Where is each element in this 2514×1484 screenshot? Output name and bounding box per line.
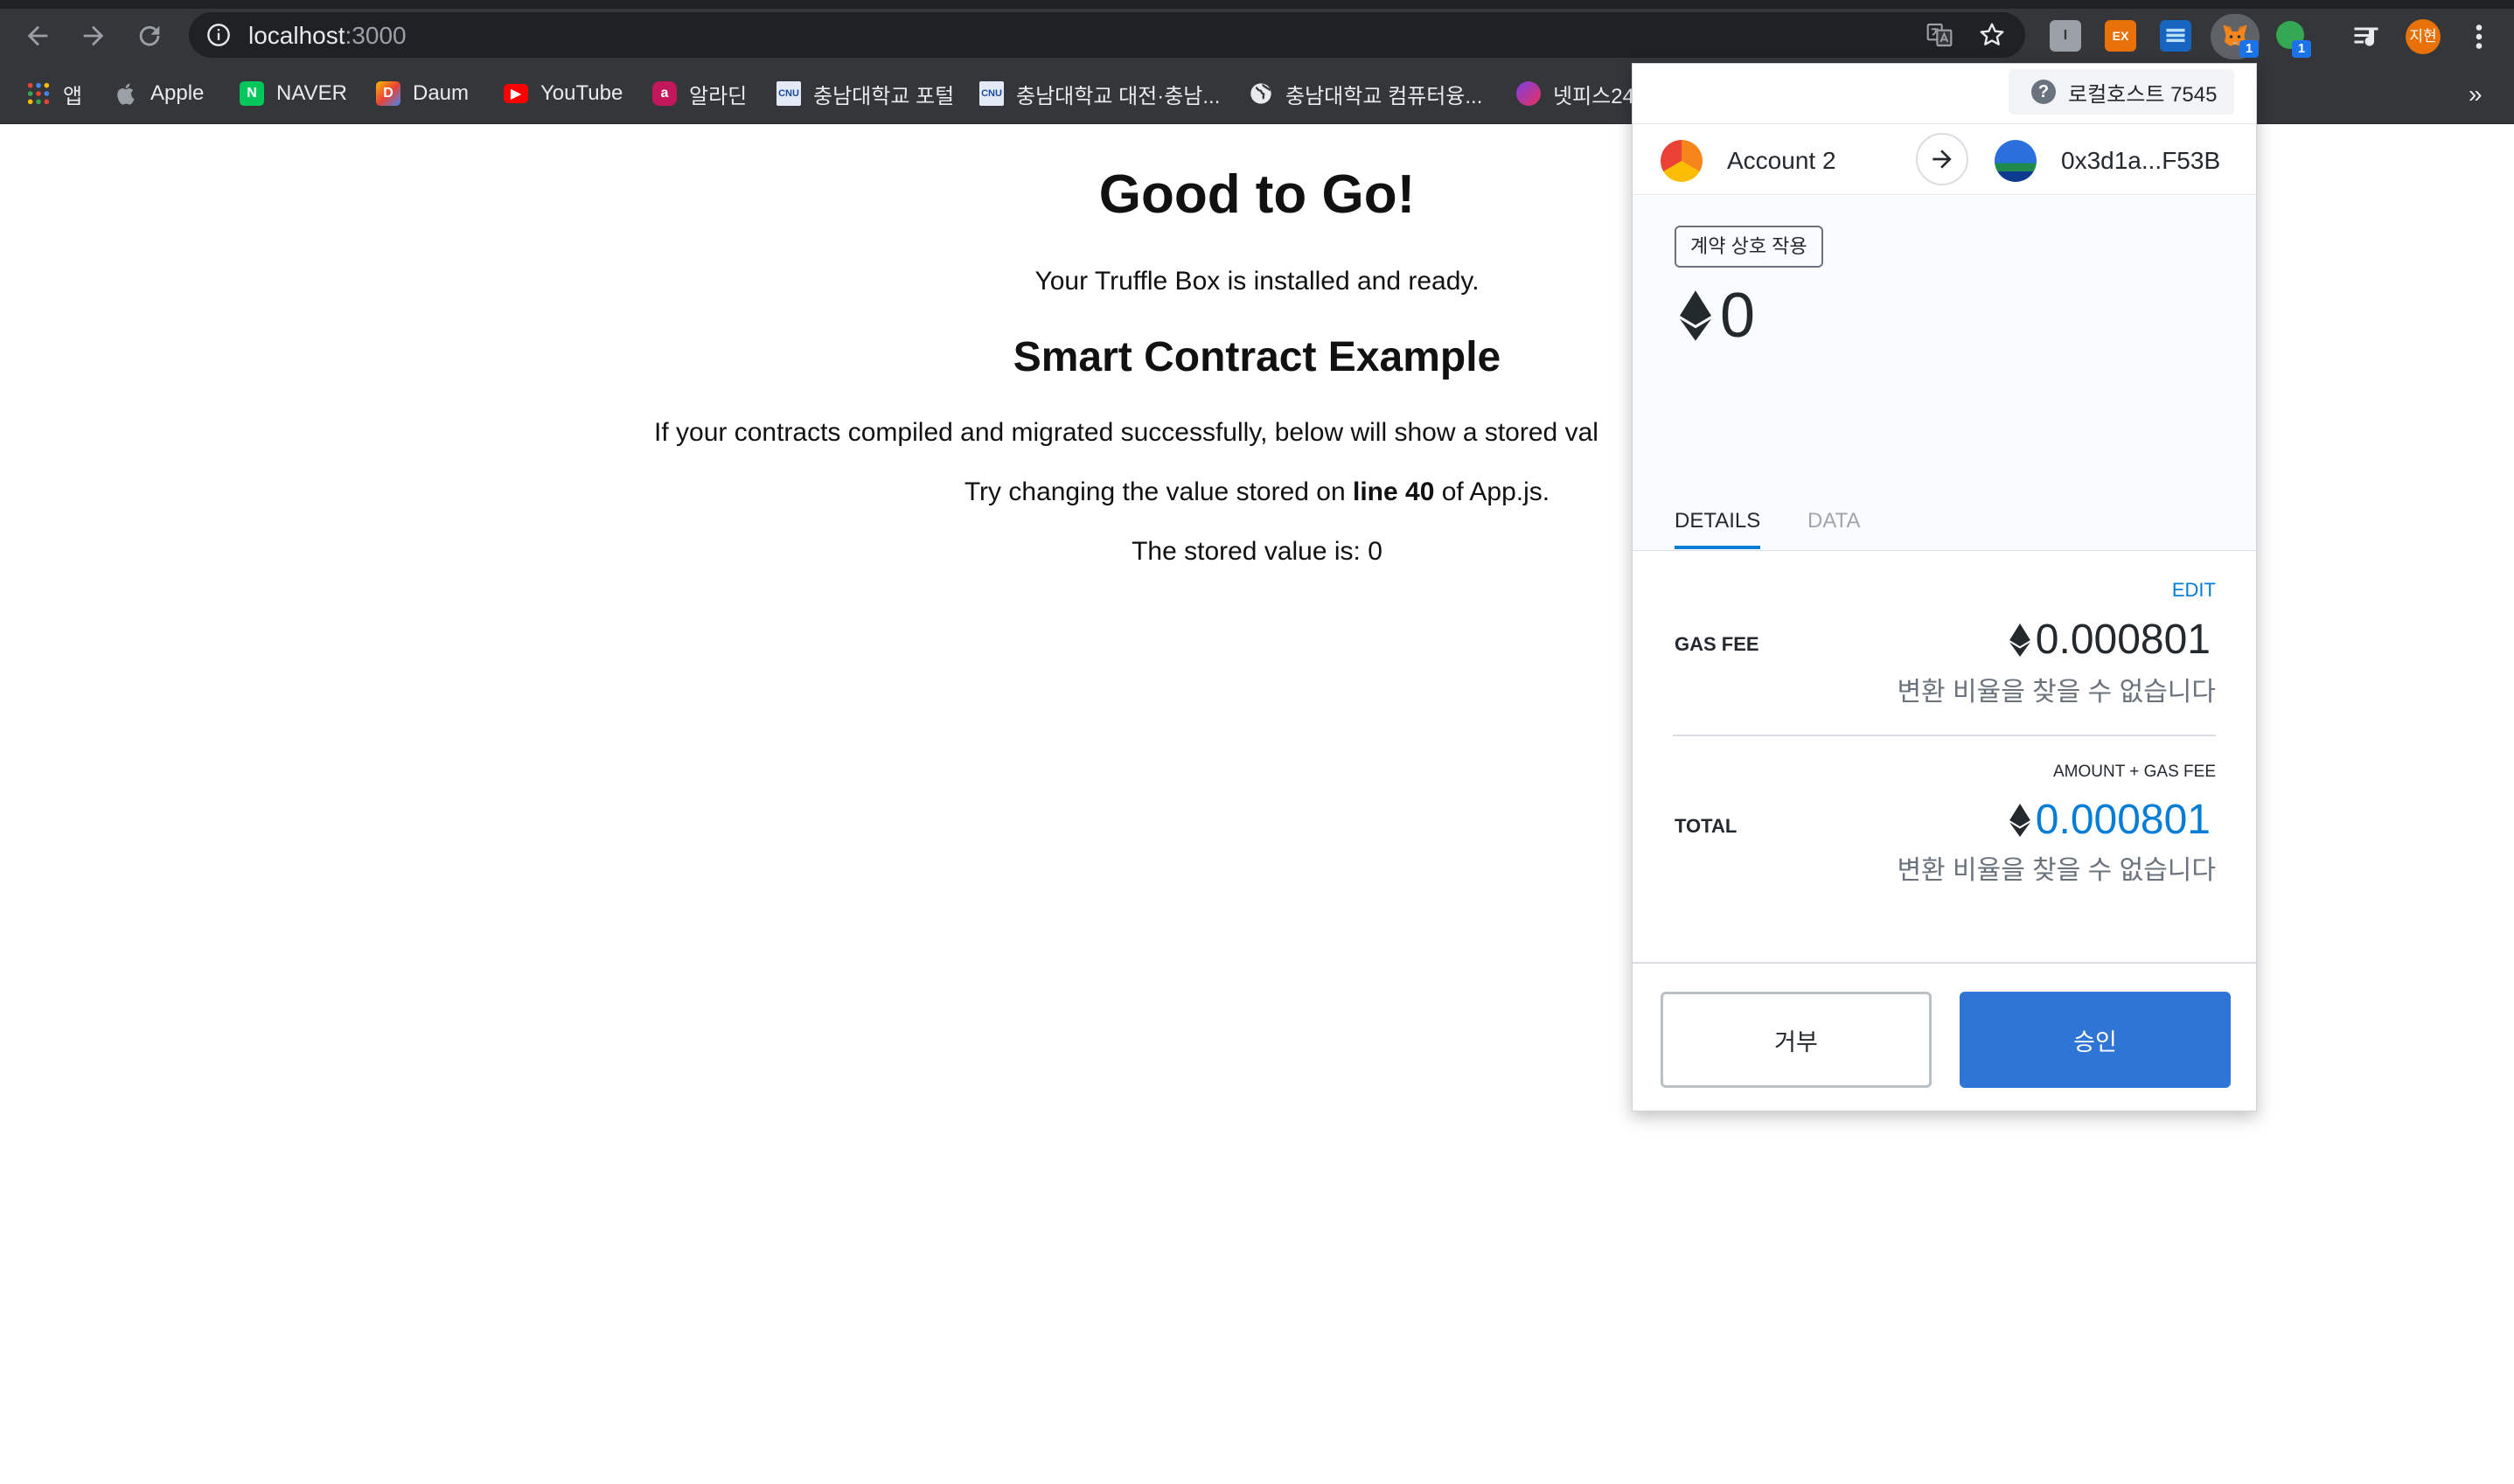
bookmark-cnu-computer[interactable]: 충남대학교 컴퓨터융... [1249,80,1482,108]
tab-bar: DETAILS DATA [1633,497,2256,549]
popup-header: ? 로컬호스트 7545 [1633,64,2256,123]
gas-fee-amount: 0.000801 [2035,617,2211,663]
network-name: 로컬호스트 7545 [2068,82,2218,107]
bookmark-label: Daum [413,81,470,105]
total-value: 0.000801 [2009,796,2211,844]
network-selector[interactable]: ? 로컬호스트 7545 [2009,69,2234,115]
arrow-right-icon [83,25,104,46]
bookmark-youtube[interactable]: ▶ YouTube [504,80,623,108]
media-queue-icon[interactable] [2350,21,2382,52]
method-badge: 계약 상호 작용 [1675,226,1823,268]
hint-line-number: line 40 [1353,477,1435,506]
bookmark-label: 충남대학교 포털 [813,84,955,108]
browser-toolbar: localhost:3000 I EX 1 1 지현 [0,9,2514,63]
to-address: 0x3d1a...F53B [2061,147,2221,174]
from-account-name: Account 2 [1727,147,1836,174]
ex-extension-icon[interactable]: EX [2105,20,2136,52]
forward-button[interactable] [73,16,114,56]
star-icon[interactable] [1978,21,2006,49]
profile-avatar[interactable]: 지현 [2406,19,2441,54]
to-account[interactable]: 0x3d1a...F53B [1995,140,2220,182]
text-extension-icon[interactable]: I [2050,20,2081,52]
translate-icon[interactable] [1926,21,1953,49]
arrow-left-icon [27,25,48,46]
page-description: If your contracts compiled and migrated … [654,418,1598,447]
bookmark-apple[interactable]: Apple [115,80,204,108]
bookmark-label: NAVER [276,81,347,105]
tab-data[interactable]: DATA [1807,497,1860,549]
apple-icon [117,83,135,105]
amount-value: 0 [1720,281,1756,351]
cnu-icon: CNU [979,81,1004,106]
arrow-right-icon [1933,150,1952,169]
bookmark-naver[interactable]: N NAVER [240,80,347,108]
divider [1673,735,2216,736]
edit-gas-link[interactable]: EDIT [2172,579,2216,602]
transaction-summary: 계약 상호 작용 0 DETAILS DATA [1633,196,2256,549]
total-label: TOTAL [1675,815,1738,837]
naver-icon: N [240,81,264,106]
bookmark-label: Apple [150,81,205,105]
globe-icon [1250,83,1271,104]
bookmark-cnu-daejeon[interactable]: CNU 충남대학교 대전·충남... [979,80,1220,108]
bookmark-label: 알라딘 [689,84,748,108]
kebab-menu-icon[interactable] [2466,21,2492,52]
daum-icon: D [376,81,400,106]
bookmarks-overflow-button[interactable]: » [2469,80,2483,108]
bookmark-label: 앱 [63,84,83,108]
gas-fee-conversion: 변환 비율을 찾을 수 없습니다 [1897,678,2216,707]
amount-display: 0 [1680,280,1755,352]
info-icon[interactable] [206,23,231,47]
back-button[interactable] [17,16,58,56]
ethereum-icon [2009,803,2030,837]
bookmark-apps[interactable]: 앱 [26,80,82,108]
reload-icon [139,25,160,46]
bookmark-aladin[interactable]: a 알라딘 [652,80,747,108]
reload-button[interactable] [129,16,170,56]
cnu-icon: CNU [776,81,801,106]
approve-button[interactable]: 승인 [1960,992,2231,1088]
apps-grid-icon [27,82,50,105]
account-identicon [1661,140,1703,182]
recipient-identicon [1995,140,2037,182]
green-extension-badge: 1 [2292,40,2311,58]
transfer-arrow [1916,133,1968,185]
gas-fee-value: 0.000801 [2009,616,2211,664]
total-conversion: 변환 비율을 찾을 수 없습니다 [1897,856,2216,885]
reject-button[interactable]: 거부 [1661,992,1932,1088]
bookmark-netpiece[interactable]: 넷피스24 [1516,80,1634,108]
tab-details[interactable]: DETAILS [1675,497,1761,549]
url-text[interactable]: localhost:3000 [248,22,407,50]
address-bar[interactable]: localhost:3000 [189,12,2025,58]
account-row: Account 2 0x3d1a...F53B [1633,123,2256,195]
details-panel: EDIT GAS FEE 0.000801 변환 비율을 찾을 수 없습니다 A… [1633,550,2256,1022]
gas-fee-label: GAS FEE [1675,633,1759,655]
bookmark-daum[interactable]: D Daum [376,80,469,108]
bookmark-cnu-portal[interactable]: CNU 충남대학교 포털 [776,80,954,108]
question-icon: ? [2031,80,2056,104]
hint-text: of App.js. [1434,477,1550,506]
ethereum-icon [1680,290,1711,341]
aladin-icon: a [652,81,677,106]
tab-strip [0,0,2514,9]
bookmark-label: 넷피스24 [1553,84,1634,108]
youtube-icon: ▶ [504,84,528,103]
total-amount: 0.000801 [2035,797,2211,843]
helper-extension-icon[interactable] [2160,20,2191,52]
from-account[interactable]: Account 2 [1661,140,1836,182]
metamask-popup: ? 로컬호스트 7545 Account 2 0x3d1a...F53B 계약 … [1632,63,2257,1111]
netpiece-icon [1516,81,1541,106]
bookmark-label: 충남대학교 컴퓨터융... [1285,84,1483,108]
bookmark-label: 충남대학교 대전·충남... [1016,84,1221,108]
popup-footer: 거부 승인 [1633,962,2256,1111]
bookmark-label: YouTube [540,81,623,105]
ethereum-icon [2009,623,2030,657]
hint-text: Try changing the value stored on [964,477,1353,506]
metamask-badge: 1 [2239,40,2259,58]
total-hint: AMOUNT + GAS FEE [2053,763,2216,781]
